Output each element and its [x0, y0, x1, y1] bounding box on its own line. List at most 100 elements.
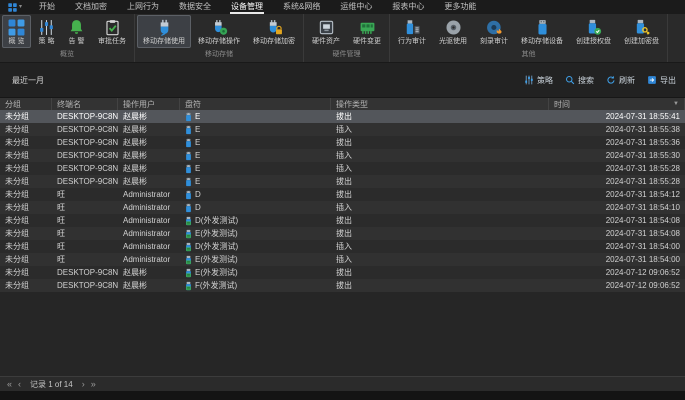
table-row[interactable]: 未分组旺AdministratorE(外发测试)插入2024-07-31 18:… — [0, 253, 685, 266]
table-row[interactable]: 未分组DESKTOP-9C8NA80赵晨彬E插入2024-07-31 18:55… — [0, 149, 685, 162]
column-header-terminal[interactable]: 终端名 — [52, 98, 118, 110]
column-header-operator[interactable]: 操作用户 — [118, 98, 180, 110]
table-row[interactable]: 未分组旺AdministratorD(外发测试)拔出2024-07-31 18:… — [0, 214, 685, 227]
app-menu-button[interactable]: ▾ — [3, 0, 29, 14]
menu-item-internet-behavior[interactable]: 上网行为 — [117, 0, 169, 14]
table-row[interactable]: 未分组DESKTOP-9C8NA80赵晨彬F(外发测试)拔出2024-07-12… — [0, 279, 685, 292]
ribbon-button-removable-storage-operation[interactable]: 移动存储操作 — [192, 15, 246, 48]
cell-terminal: DESKTOP-9C8NA80 — [52, 175, 118, 188]
ribbon-button-behavior-audit[interactable]: 行为审计 — [392, 15, 432, 48]
menu-item-ops-center[interactable]: 运维中心 — [330, 0, 382, 14]
cell-operation-type: 插入 — [331, 162, 549, 175]
ribbon-button-label: 光驱使用 — [439, 38, 467, 46]
app-grid-icon — [8, 3, 17, 12]
menu-item-system-network[interactable]: 系统&网络 — [273, 0, 330, 14]
menu-item-report-center[interactable]: 报表中心 — [382, 0, 434, 14]
cell-time: 2024-07-31 18:55:41 — [549, 110, 685, 123]
usb-blue-icon — [185, 112, 192, 122]
cell-group: 未分组 — [0, 188, 52, 201]
cd-icon — [445, 19, 462, 36]
menu-item-device-management[interactable]: 设备管理 — [221, 0, 273, 14]
table-row[interactable]: 未分组DESKTOP-9C8NA80赵晨彬E拔出2024-07-31 18:55… — [0, 136, 685, 149]
table-row[interactable]: 未分组旺AdministratorD插入2024-07-31 18:54:10 — [0, 201, 685, 214]
policy-button-label: 策略 — [537, 75, 553, 86]
usb-green-icon — [185, 281, 192, 291]
ribbon-button-removable-storage-usage[interactable]: 移动存储使用 — [137, 15, 191, 48]
column-header-label: 时间 — [554, 99, 570, 110]
cell-operator: 赵晨彬 — [118, 136, 180, 149]
cell-operation-type: 拔出 — [331, 110, 549, 123]
ribbon-button-burn-audit[interactable]: 刻录审计 — [474, 15, 514, 48]
cell-drive-label: E(外发测试) — [195, 267, 238, 278]
cell-terminal: DESKTOP-9C8NA80 — [52, 149, 118, 162]
policy-button[interactable]: 策略 — [524, 75, 553, 86]
usb-blue-icon — [185, 164, 192, 174]
table-row[interactable]: 未分组DESKTOP-9C8NA80赵晨彬E(外发测试)拔出2024-07-12… — [0, 266, 685, 279]
ribbon-button-alerts[interactable]: 告 警 — [62, 15, 91, 48]
cell-group: 未分组 — [0, 253, 52, 266]
table-row[interactable]: 未分组DESKTOP-9C8NA80赵晨彬E拔出2024-07-31 18:55… — [0, 110, 685, 123]
ribbon-group-overview: 概 览策 略告 警审批任务概览 — [0, 14, 135, 62]
table-header: 分组终端名操作用户盘符操作类型时间 ▼ — [0, 98, 685, 110]
ribbon-button-label: 行为审计 — [398, 38, 426, 46]
cell-drive-label: E — [195, 164, 200, 173]
table-row[interactable]: 未分组DESKTOP-9C8NA80赵晨彬E插入2024-07-31 18:55… — [0, 123, 685, 136]
cell-time: 2024-07-12 09:06:52 — [549, 266, 685, 279]
menu-item-doc-encryption[interactable]: 文档加密 — [65, 0, 117, 14]
cell-drive: F(外发测试) — [180, 279, 331, 292]
usb-green-icon — [185, 255, 192, 265]
ribbon-groups: 概 览策 略告 警审批任务概览移动存储使用移动存储操作移动存储加密移动存储硬件资… — [0, 14, 668, 62]
cell-operator: 赵晨彬 — [118, 123, 180, 136]
ribbon-button-label: 概 览 — [9, 38, 25, 46]
ribbon-button-overview[interactable]: 概 览 — [2, 15, 31, 48]
cell-operation-type: 插入 — [331, 123, 549, 136]
sort-desc-icon: ▼ — [673, 101, 679, 107]
table-empty-area — [0, 292, 685, 376]
ribbon-button-hardware-changes[interactable]: 硬件变更 — [347, 15, 387, 48]
cell-drive: E(外发测试) — [180, 227, 331, 240]
cell-terminal: DESKTOP-9C8NA80 — [52, 162, 118, 175]
table-row[interactable]: 未分组旺AdministratorD拔出2024-07-31 18:54:12 — [0, 188, 685, 201]
table-row[interactable]: 未分组旺AdministratorD(外发测试)插入2024-07-31 18:… — [0, 240, 685, 253]
ribbon-button-cd-usage[interactable]: 光驱使用 — [433, 15, 473, 48]
hardware-asset-icon — [318, 19, 335, 36]
column-header-group[interactable]: 分组 — [0, 98, 52, 110]
cell-operator: 赵晨彬 — [118, 149, 180, 162]
column-header-operation-type[interactable]: 操作类型 — [331, 98, 549, 110]
ribbon-button-policy[interactable]: 策 略 — [32, 15, 61, 48]
search-button[interactable]: 搜索 — [565, 75, 594, 86]
cell-operator: Administrator — [118, 214, 180, 227]
menu-item-start[interactable]: 开始 — [29, 0, 65, 14]
menu-item-data-security[interactable]: 数据安全 — [169, 0, 221, 14]
cell-operation-type: 插入 — [331, 240, 549, 253]
refresh-button[interactable]: 刷新 — [606, 75, 635, 86]
ribbon-button-create-authorized-disk[interactable]: 创建授权盘 — [570, 15, 617, 48]
cell-group: 未分组 — [0, 175, 52, 188]
table-row[interactable]: 未分组DESKTOP-9C8NA80赵晨彬E插入2024-07-31 18:55… — [0, 162, 685, 175]
cell-time: 2024-07-31 18:55:38 — [549, 123, 685, 136]
ribbon-button-approval-tasks[interactable]: 审批任务 — [92, 15, 132, 48]
cell-operator: 赵晨彬 — [118, 175, 180, 188]
table-row[interactable]: 未分组DESKTOP-9C8NA80赵晨彬E拔出2024-07-31 18:55… — [0, 175, 685, 188]
ribbon-button-label: 策 略 — [39, 38, 55, 46]
cell-drive-label: E(外发测试) — [195, 254, 238, 265]
table-row[interactable]: 未分组旺AdministratorE(外发测试)拔出2024-07-31 18:… — [0, 227, 685, 240]
ribbon-group-title: 硬件管理 — [306, 48, 387, 62]
column-header-time[interactable]: 时间 ▼ — [549, 98, 685, 110]
ribbon-button-removable-storage-devices[interactable]: 移动存储设备 — [515, 15, 569, 48]
pager-next-page-button[interactable]: › — [81, 380, 86, 389]
cell-terminal: 旺 — [52, 240, 118, 253]
pager-prev-page-button[interactable]: ‹ — [17, 380, 22, 389]
ribbon-button-removable-storage-encryption[interactable]: 移动存储加密 — [247, 15, 301, 48]
pager-first-page-button[interactable]: « — [6, 380, 13, 389]
export-button[interactable]: 导出 — [647, 75, 676, 86]
ribbon-button-hardware-assets[interactable]: 硬件资产 — [306, 15, 346, 48]
cell-drive-label: F(外发测试) — [195, 280, 237, 291]
date-range-chip[interactable]: 最近一月 — [9, 75, 44, 86]
ribbon-button-label: 移动存储操作 — [198, 38, 240, 46]
pager-last-page-button[interactable]: » — [90, 380, 97, 389]
cell-time: 2024-07-31 18:55:28 — [549, 162, 685, 175]
menu-item-more-features[interactable]: 更多功能 — [434, 0, 486, 14]
column-header-drive[interactable]: 盘符 — [180, 98, 331, 110]
ribbon-button-create-encrypted-disk[interactable]: 创建加密盘 — [618, 15, 665, 48]
